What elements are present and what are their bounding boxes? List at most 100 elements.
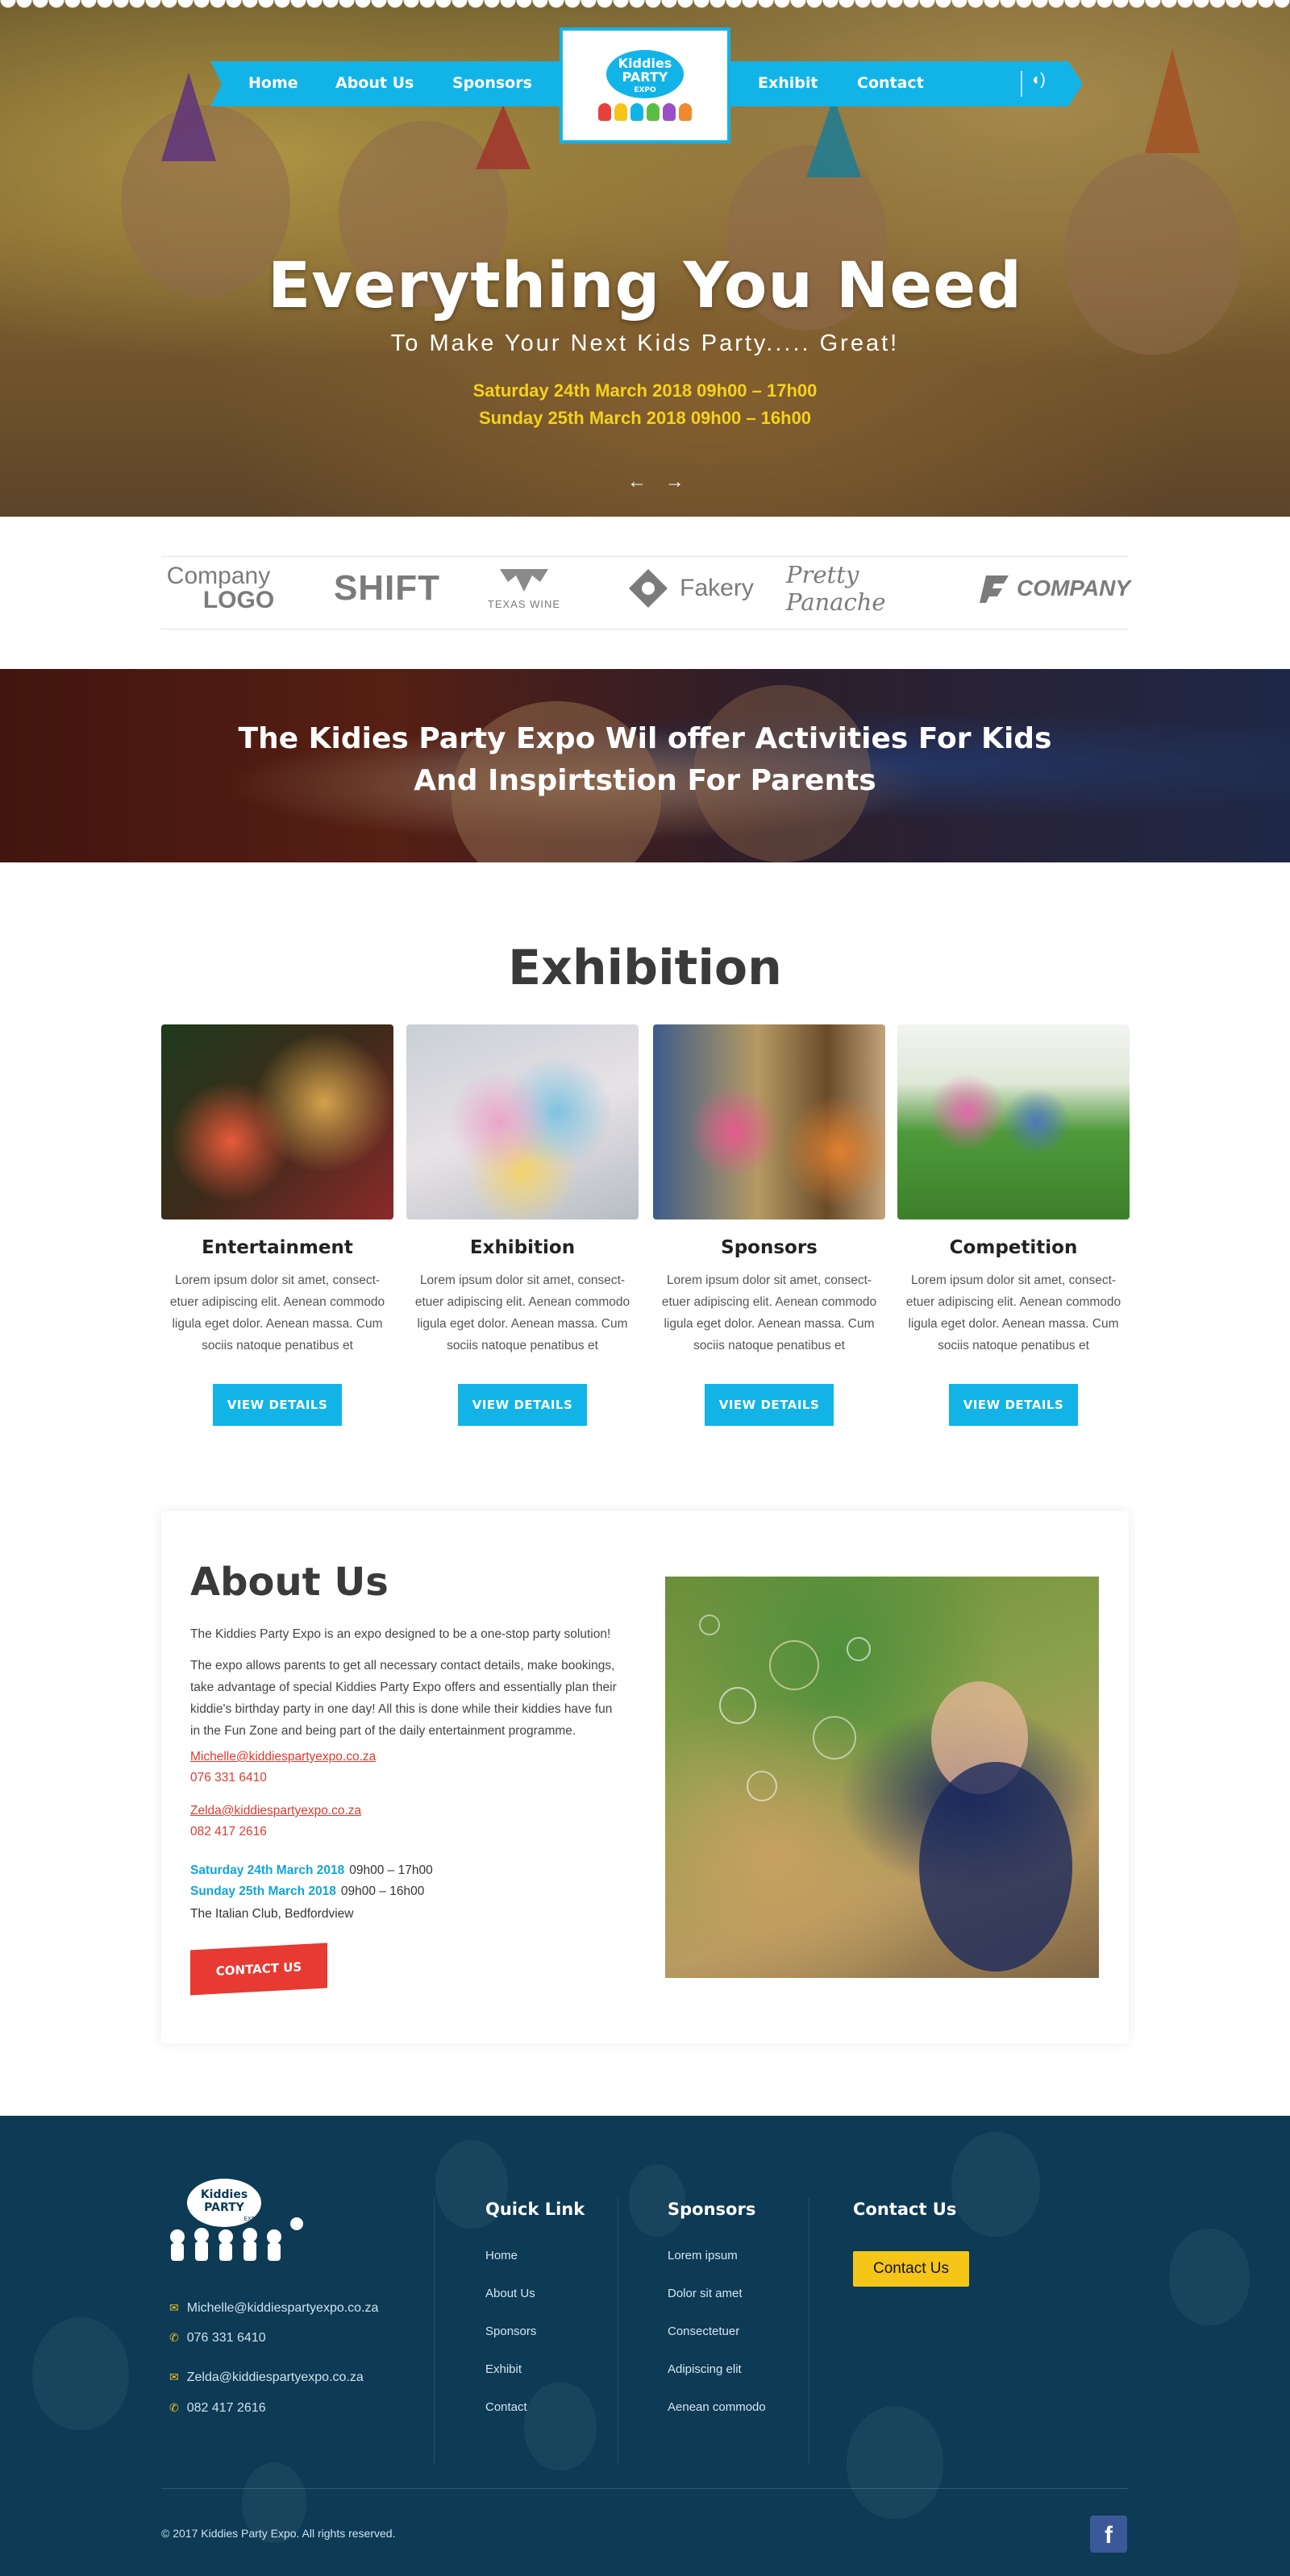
site-logo[interactable]: Kiddies PARTY EXPO bbox=[560, 27, 730, 143]
sponsor-logo-company[interactable]: Company LOGO bbox=[158, 560, 279, 617]
exhibition-image[interactable] bbox=[406, 1024, 639, 1219]
logos-top-divider bbox=[161, 556, 1129, 557]
view-details-button[interactable]: VIEW DETAILS bbox=[705, 1384, 834, 1426]
contact-phone-zelda[interactable]: 082 417 2616 bbox=[190, 1825, 267, 1839]
footer-sponsors-title: Sponsors bbox=[668, 2200, 756, 2219]
card-title: Sponsors bbox=[721, 1237, 818, 1258]
mail-icon: ✉ bbox=[169, 2370, 179, 2383]
sponsor-logo-texas-wine[interactable]: TEXAS WINE bbox=[476, 560, 572, 617]
hero-title: Everything You Need bbox=[268, 250, 1022, 322]
exhibition-card: Competition Lorem ipsum dolor sit amet, … bbox=[897, 1024, 1130, 1426]
footer-email-michelle[interactable]: ✉ Michelle@kiddiespartyexpo.co.za bbox=[169, 2301, 378, 2316]
date-label: Sunday 25th March 2018 bbox=[190, 1884, 336, 1898]
exhibition-title: Exhibition bbox=[508, 940, 782, 996]
hero-slider: Home About Us Sponsors Exhibit Contact ◖… bbox=[0, 0, 1290, 517]
sponsor-logo-text: Pretty Panache bbox=[786, 561, 886, 616]
view-details-button[interactable]: VIEW DETAILS bbox=[458, 1384, 587, 1426]
card-text: Lorem ipsum dolor sit amet, consect-etue… bbox=[169, 1273, 385, 1352]
nav-sponsors[interactable]: Sponsors bbox=[452, 74, 532, 92]
nav-about-us[interactable]: About Us bbox=[335, 74, 414, 92]
card-text: Lorem ipsum dolor sit amet, consect-etue… bbox=[905, 1273, 1121, 1352]
arrow-left-icon[interactable]: ← bbox=[627, 471, 647, 492]
exhibition-card: Entertainment Lorem ipsum dolor sit amet… bbox=[161, 1024, 393, 1426]
fakery-diamond-icon bbox=[629, 568, 668, 609]
contact-email-zelda[interactable]: Zelda@kiddiespartyexpo.co.za bbox=[190, 1804, 361, 1818]
nav-contact[interactable]: Contact bbox=[857, 74, 924, 92]
footer-logo[interactable]: Kiddies PARTY EXPO bbox=[161, 2175, 306, 2271]
card-title: Entertainment bbox=[202, 1237, 353, 1258]
footer-contact-title: Contact Us bbox=[853, 2200, 957, 2219]
date-label: Saturday 24th March 2018 bbox=[190, 1863, 345, 1877]
exhibition-card: Sponsors Lorem ipsum dolor sit amet, con… bbox=[653, 1024, 885, 1426]
exhibition-card: Exhibition Lorem ipsum dolor sit amet, c… bbox=[406, 1024, 639, 1426]
balloon-decoration bbox=[524, 2382, 597, 2470]
footer-contact-us-button[interactable]: Contact Us bbox=[853, 2251, 969, 2287]
arrow-right-icon[interactable]: → bbox=[665, 471, 685, 492]
bubbles-graphic bbox=[699, 1614, 1072, 1971]
footer-contact-text: 076 331 6410 bbox=[186, 2331, 266, 2345]
view-details-button[interactable]: VIEW DETAILS bbox=[213, 1384, 342, 1426]
banner-line-2: And Inspirtstion For Parents bbox=[414, 764, 876, 797]
sponsor-logo-text: Company bbox=[166, 563, 271, 589]
phone-icon: ✆ bbox=[169, 2331, 179, 2344]
site-footer: Kiddies PARTY EXPO ✉ Michelle@kiddiespart… bbox=[0, 2116, 1290, 2576]
copyright-text: © 2017 Kiddies Party Expo. All rights re… bbox=[161, 2527, 396, 2540]
footer-contact-text: 082 417 2616 bbox=[186, 2401, 266, 2415]
footer-contact-text: Michelle@kiddiespartyexpo.co.za bbox=[186, 2301, 379, 2315]
footer-sponsor-link[interactable]: Dolor sit amet bbox=[668, 2287, 743, 2300]
company-mark-icon bbox=[979, 575, 1009, 603]
about-title: About Us bbox=[190, 1560, 389, 1605]
footer-link-sponsors[interactable]: Sponsors bbox=[485, 2325, 536, 2338]
banner-strip: The Kidies Party Expo Wil offer Activiti… bbox=[0, 669, 1290, 862]
about-photo-bubbles bbox=[665, 1577, 1099, 1978]
view-details-button[interactable]: VIEW DETAILS bbox=[949, 1384, 1078, 1426]
footer-phone-michelle[interactable]: ✆ 076 331 6410 bbox=[169, 2331, 266, 2345]
contact-phone-michelle[interactable]: 076 331 6410 bbox=[190, 1771, 267, 1785]
sponsor-logo-shift[interactable]: SHIFT bbox=[331, 560, 443, 617]
balloon-decoration bbox=[32, 2317, 129, 2430]
hero-date-saturday: Saturday 24th March 2018 09h00 – 17h00 bbox=[472, 380, 818, 401]
footer-sponsor-link[interactable]: Consectetuer bbox=[668, 2325, 739, 2338]
banner-line-1: The Kidies Party Expo Wil offer Activiti… bbox=[238, 722, 1052, 755]
scalloped-edge bbox=[0, 0, 1290, 11]
sponsor-logo-text: SHIFT bbox=[333, 568, 441, 608]
footer-logo-graphic: Kiddies PARTY EXPO bbox=[170, 2179, 303, 2261]
about-date-sunday: Sunday 25th March 2018 09h00 – 16h00 bbox=[190, 1884, 424, 1899]
entertainment-image[interactable] bbox=[161, 1024, 393, 1219]
about-date-saturday: Saturday 24th March 2018 09h00 – 17h00 bbox=[190, 1863, 433, 1878]
footer-sponsor-link[interactable]: Lorem ipsum bbox=[668, 2249, 738, 2262]
time-label: 09h00 – 16h00 bbox=[340, 1884, 425, 1898]
footer-email-zelda[interactable]: ✉ Zelda@kiddiespartyexpo.co.za bbox=[169, 2370, 364, 2385]
quick-link-title: Quick Link bbox=[485, 2200, 585, 2219]
contact-email-michelle[interactable]: Michelle@kiddiespartyexpo.co.za bbox=[190, 1750, 376, 1764]
footer-sponsor-link[interactable]: Aenean commodo bbox=[668, 2400, 766, 2414]
sound-toggle-icon[interactable]: ◖) bbox=[1021, 71, 1047, 97]
footer-sponsor-link[interactable]: Adipiscing elit bbox=[668, 2362, 742, 2376]
card-title: Competition bbox=[949, 1237, 1078, 1258]
sponsor-logo-fakery[interactable]: Fakery bbox=[621, 560, 758, 617]
footer-logo-word-expo: EXPO bbox=[244, 2216, 260, 2222]
contact-us-button[interactable]: CONTACT US bbox=[190, 1942, 327, 1996]
card-text: Lorem ipsum dolor sit amet, consect-etue… bbox=[661, 1273, 877, 1352]
balloon-decoration bbox=[951, 2132, 1040, 2237]
sponsor-logo-company-2[interactable]: COMPANY bbox=[976, 560, 1133, 617]
footer-link-home[interactable]: Home bbox=[485, 2249, 518, 2262]
sponsors-image[interactable] bbox=[653, 1024, 885, 1219]
nav-home[interactable]: Home bbox=[248, 74, 298, 92]
sponsor-logo-text: TEXAS WINE bbox=[487, 597, 561, 610]
footer-link-contact[interactable]: Contact bbox=[485, 2400, 527, 2414]
facebook-icon[interactable]: f bbox=[1090, 2516, 1127, 2553]
footer-link-exhibit[interactable]: Exhibit bbox=[485, 2362, 522, 2376]
balloon-decoration bbox=[847, 2406, 943, 2519]
about-section: About Us The Kiddies Party Expo is an ex… bbox=[161, 1511, 1129, 2043]
sponsor-logo-pretty-panache[interactable]: Pretty Panache bbox=[786, 560, 947, 617]
about-venue: The Italian Club, Bedfordview bbox=[190, 1907, 354, 1921]
phone-icon: ✆ bbox=[169, 2401, 179, 2414]
mail-icon: ✉ bbox=[169, 2301, 179, 2314]
slider-arrows: ← → bbox=[621, 471, 691, 493]
competition-image[interactable] bbox=[897, 1024, 1130, 1219]
sponsor-logo-text: COMPANY bbox=[1016, 575, 1131, 600]
footer-link-about-us[interactable]: About Us bbox=[485, 2287, 535, 2300]
nav-exhibit[interactable]: Exhibit bbox=[758, 74, 818, 92]
footer-phone-zelda[interactable]: ✆ 082 417 2616 bbox=[169, 2401, 266, 2416]
